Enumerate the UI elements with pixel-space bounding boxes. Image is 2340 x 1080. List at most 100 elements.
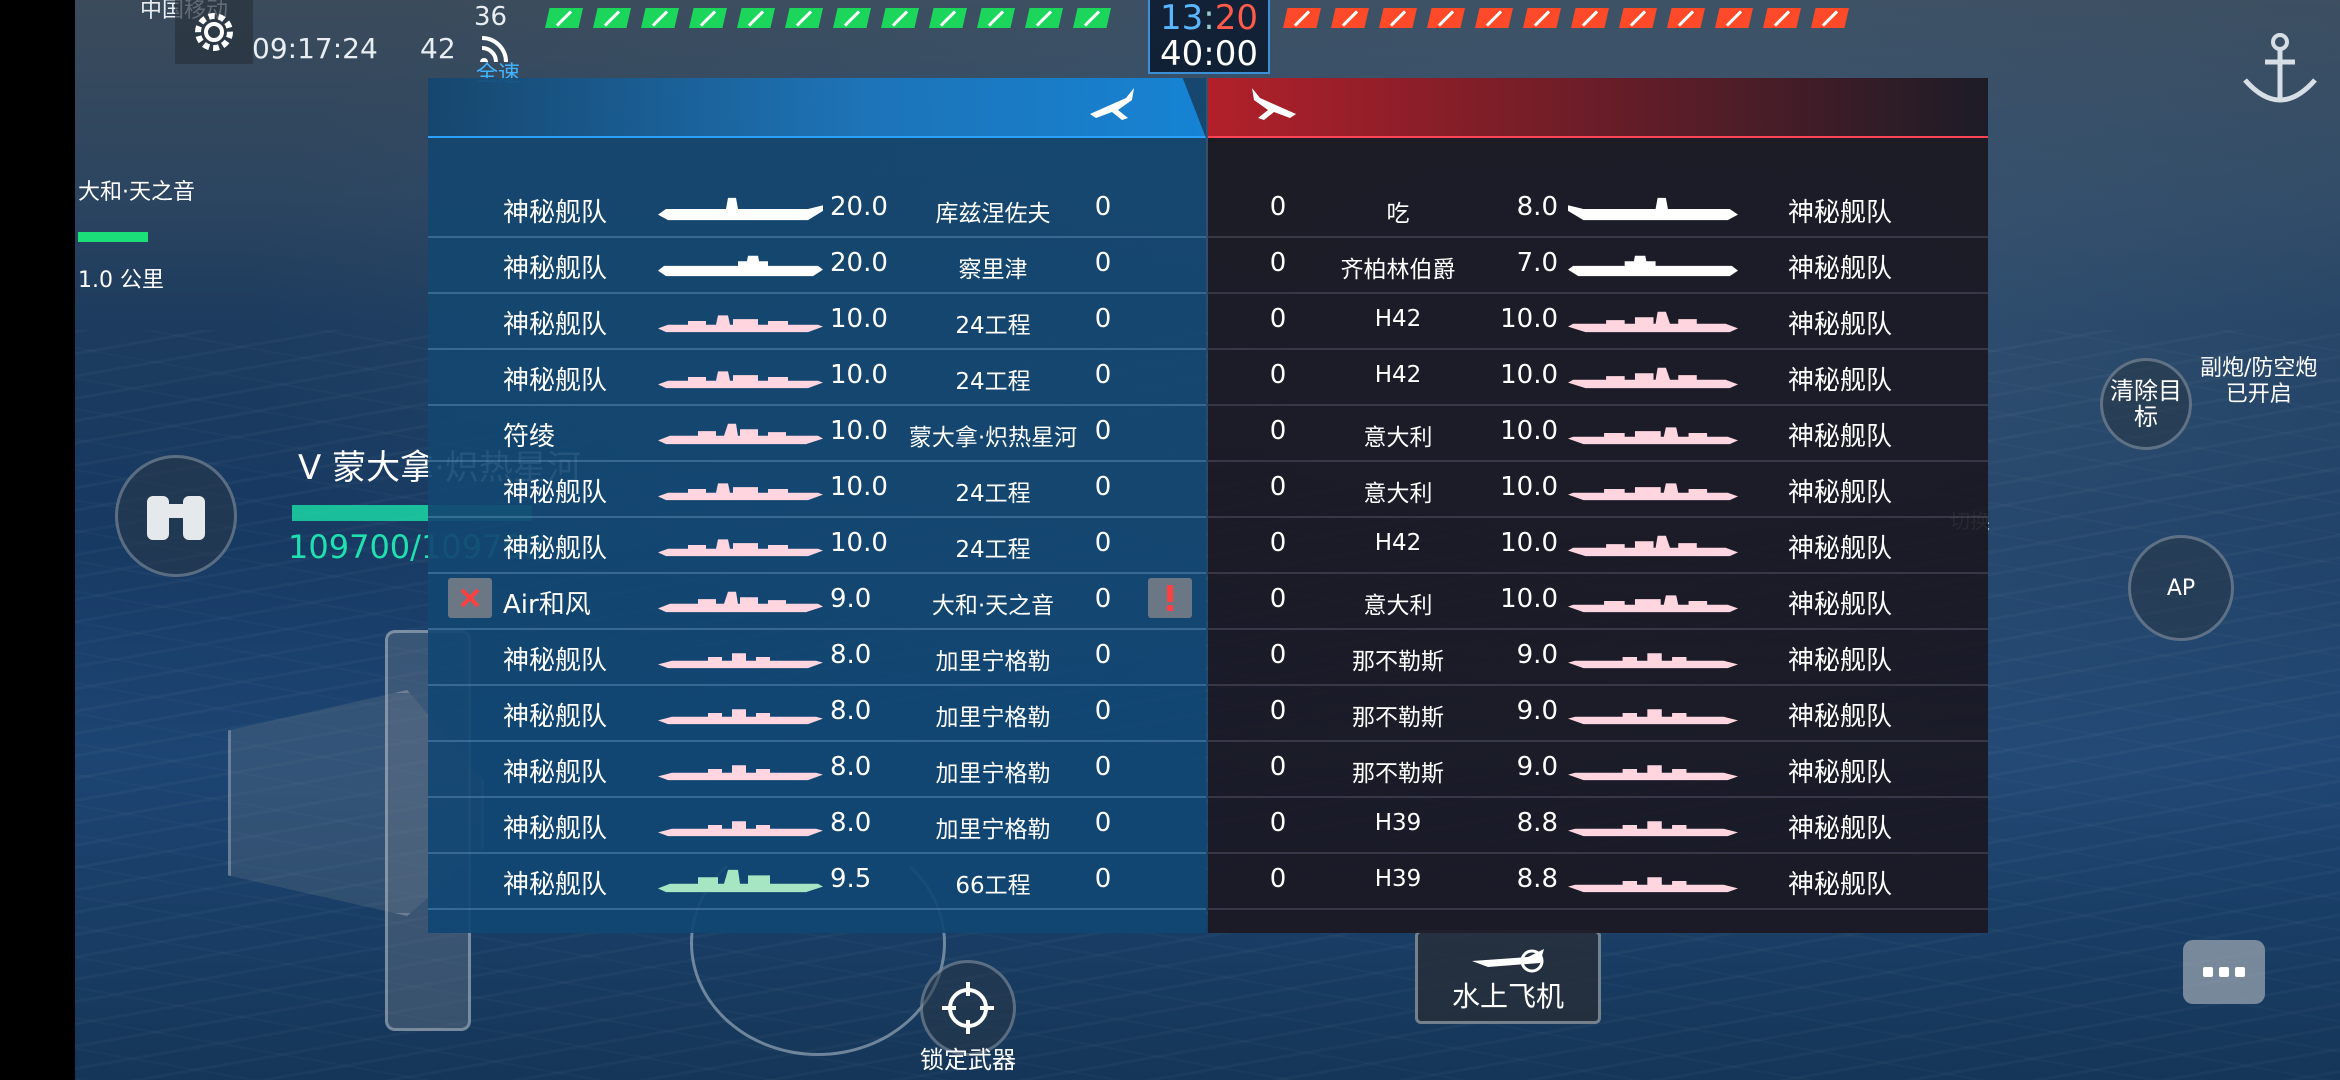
ally-team-panel: 神秘舰队 20.0 库兹涅佐夫 0 神秘舰队 20.0 察里津 0 神秘舰队 1… (428, 78, 1206, 933)
report-player-button[interactable] (1148, 578, 1192, 618)
secondary-aa-status[interactable]: 副炮/防空炮 已开启 (2200, 356, 2317, 408)
ship-silhouette (1568, 868, 1738, 894)
ally-row[interactable]: 神秘舰队 10.0 24工程 0 (428, 518, 1206, 574)
ship-tier: 10.0 (1500, 304, 1558, 334)
ship-silhouette (1568, 812, 1738, 838)
player-name: 神秘舰队 (1788, 534, 1893, 564)
ship-name: 意大利 (1363, 481, 1433, 507)
ally-row[interactable]: 神秘舰队 8.0 加里宁格勒 0 (428, 798, 1206, 854)
anchor-icon[interactable] (2235, 30, 2325, 110)
pip-mark-icon (1677, 9, 1695, 27)
ally-ship-pip (737, 8, 775, 28)
pip-mark-icon (1725, 9, 1743, 27)
player-name: 神秘舰队 (503, 310, 608, 340)
ap-ammo-button[interactable]: AP (2128, 535, 2234, 641)
pip-mark-icon (939, 9, 957, 27)
player-name: 神秘舰队 (503, 758, 608, 788)
ally-row[interactable]: 神秘舰队 20.0 库兹涅佐夫 0 (428, 182, 1206, 238)
clear-target-button[interactable]: 清除目标 (2100, 358, 2192, 450)
player-score: 0 (1269, 808, 1287, 838)
ally-row[interactable]: 神秘舰队 8.0 加里宁格勒 0 (428, 686, 1206, 742)
side-target-name: 大和·天之音 (78, 180, 195, 205)
player-score: 0 (1269, 304, 1287, 334)
ally-score: 13 (1160, 0, 1204, 38)
pip-mark-icon (603, 9, 621, 27)
pip-mark-icon (1083, 9, 1101, 27)
ship-silhouette (658, 868, 823, 894)
pip-mark-icon (1293, 9, 1311, 27)
seaplane-button[interactable]: 水上飞机 (1415, 930, 1601, 1024)
enemy-row[interactable]: 0 H39 8.8 神秘舰队 (1208, 854, 1988, 910)
battle-timer: 40:00 (1160, 34, 1258, 74)
enemy-ship-pip (1379, 8, 1417, 28)
ally-row[interactable]: 神秘舰队 10.0 24工程 0 (428, 294, 1206, 350)
enemy-ship-pip (1283, 8, 1321, 28)
pip-mark-icon (1485, 9, 1503, 27)
enemy-row[interactable]: 0 那不勒斯 9.0 神秘舰队 (1208, 742, 1988, 798)
enemy-row[interactable]: 0 意大利 10.0 神秘舰队 (1208, 574, 1988, 630)
player-name: 神秘舰队 (503, 198, 608, 228)
ally-ship-pip (785, 8, 823, 28)
player-name: 符绫 (503, 422, 556, 452)
ship-tier: 9.0 (1516, 696, 1558, 726)
settings-button[interactable] (175, 0, 253, 64)
enemy-fleet-strip (1283, 8, 1849, 28)
ally-row[interactable]: 神秘舰队 8.0 加里宁格勒 0 (428, 630, 1206, 686)
enemy-row[interactable]: 0 H39 8.8 神秘舰队 (1208, 798, 1988, 854)
enemy-row[interactable]: 0 吃 8.0 神秘舰队 (1208, 182, 1988, 238)
ship-silhouette (658, 700, 823, 726)
ship-silhouette (658, 364, 823, 390)
enemy-row[interactable]: 0 H42 10.0 神秘舰队 (1208, 350, 1988, 406)
enemy-row[interactable]: 0 齐柏林伯爵 7.0 神秘舰队 (1208, 238, 1988, 294)
score-separator: : (1203, 0, 1215, 38)
ship-tier: 9.0 (1516, 752, 1558, 782)
pip-mark-icon (747, 9, 765, 27)
pip-mark-icon (555, 9, 573, 27)
player-name: 神秘舰队 (503, 366, 608, 396)
player-score: 0 (1094, 416, 1112, 446)
ally-row[interactable]: 神秘舰队 10.0 24工程 0 (428, 462, 1206, 518)
ship-name: 24工程 (955, 369, 1031, 395)
ally-row[interactable]: 神秘舰队 9.5 66工程 0 (428, 854, 1206, 910)
enemy-row[interactable]: 0 H42 10.0 神秘舰队 (1208, 294, 1988, 350)
binoculars-icon (147, 496, 205, 540)
ally-row[interactable]: Air和风 9.0 大和·天之音 0 (428, 574, 1206, 630)
enemy-row[interactable]: 0 意大利 10.0 神秘舰队 (1208, 406, 1988, 462)
ship-silhouette (658, 252, 823, 278)
ally-team-list: 神秘舰队 20.0 库兹涅佐夫 0 神秘舰队 20.0 察里津 0 神秘舰队 1… (428, 182, 1206, 910)
ship-silhouette (658, 812, 823, 838)
player-name: 神秘舰队 (503, 870, 608, 900)
fps-value: 36 (474, 2, 508, 32)
ally-ship-pip (929, 8, 967, 28)
ship-silhouette (1568, 420, 1738, 446)
player-score: 0 (1094, 528, 1112, 558)
side-target-distance: 1.0 公里 (78, 268, 164, 293)
player-name: 神秘舰队 (1788, 646, 1893, 676)
chat-button[interactable] (2183, 940, 2265, 1004)
ally-team-header (428, 78, 1206, 138)
ship-tier: 10.0 (1500, 472, 1558, 502)
close-icon (460, 588, 480, 608)
enemy-row[interactable]: 0 意大利 10.0 神秘舰队 (1208, 462, 1988, 518)
player-score: 0 (1269, 416, 1287, 446)
kick-player-button[interactable] (448, 578, 492, 618)
ally-row[interactable]: 神秘舰队 10.0 24工程 0 (428, 350, 1206, 406)
enemy-ship-pip (1571, 8, 1609, 28)
ally-row[interactable]: 神秘舰队 8.0 加里宁格勒 0 (428, 742, 1206, 798)
binoculars-button[interactable] (115, 455, 237, 577)
ship-tier: 8.8 (1516, 864, 1558, 894)
ship-tier: 10.0 (830, 360, 888, 390)
enemy-row[interactable]: 0 那不勒斯 9.0 神秘舰队 (1208, 630, 1988, 686)
ally-row[interactable]: 符绫 10.0 蒙大拿·炽热星河 0 (428, 406, 1206, 462)
player-name: 神秘舰队 (1788, 478, 1893, 508)
enemy-team-list: 0 吃 8.0 神秘舰队 0 齐柏林伯爵 7.0 神秘舰队 0 H42 10.0… (1208, 182, 1988, 910)
enemy-ship-pip (1331, 8, 1369, 28)
ship-tier: 7.0 (1516, 248, 1558, 278)
ship-tier: 10.0 (1500, 416, 1558, 446)
enemy-row[interactable]: 0 那不勒斯 9.0 神秘舰队 (1208, 686, 1988, 742)
enemy-row[interactable]: 0 H42 10.0 神秘舰队 (1208, 518, 1988, 574)
ship-tier: 8.8 (1516, 808, 1558, 838)
ally-row[interactable]: 神秘舰队 20.0 察里津 0 (428, 238, 1206, 294)
ship-tier: 10.0 (1500, 528, 1558, 558)
player-name: 神秘舰队 (1788, 758, 1893, 788)
